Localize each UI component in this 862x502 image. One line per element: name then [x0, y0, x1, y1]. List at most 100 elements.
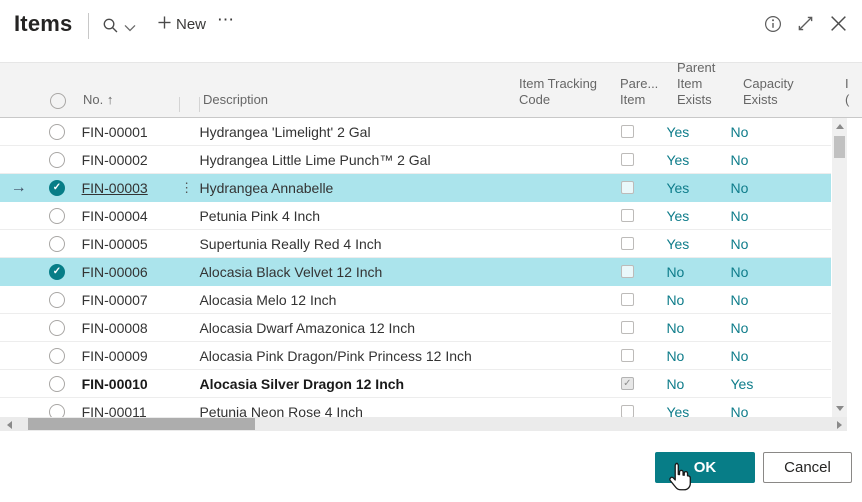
cell-capacity-exists[interactable]: No	[717, 118, 811, 145]
cell-capacity-exists[interactable]: No	[717, 258, 811, 285]
parent-item-checkbox[interactable]	[621, 349, 634, 362]
column-header-parent-item[interactable]: Pare... Item	[615, 63, 662, 117]
cell-parent-item-exists[interactable]: No	[650, 342, 717, 369]
column-header-clipped[interactable]: I (	[825, 63, 862, 117]
cell-no[interactable]: FIN-00002	[77, 146, 177, 173]
row-select-control[interactable]	[37, 342, 76, 369]
column-header-parent-item-exists[interactable]: Parent Item Exists	[662, 63, 730, 117]
cell-parent-item-exists[interactable]: No	[650, 286, 717, 313]
cell-parent-item-exists[interactable]: Yes	[650, 202, 717, 229]
row-select-control[interactable]	[37, 118, 76, 145]
parent-item-checkbox[interactable]	[621, 293, 634, 306]
scroll-down-icon[interactable]	[836, 406, 844, 411]
row-options-button[interactable]: ⋮	[177, 398, 197, 417]
cell-capacity-exists[interactable]: No	[717, 342, 811, 369]
cell-description[interactable]: Hydrangea Little Lime Punch™ 2 Gal	[196, 146, 491, 173]
cell-item-tracking-code[interactable]	[491, 118, 604, 145]
cell-description[interactable]: Petunia Neon Rose 4 Inch	[196, 398, 491, 417]
column-header-item-tracking-code[interactable]: Item Tracking Code	[500, 63, 615, 117]
cell-description[interactable]: Hydrangea 'Limelight' 2 Gal	[196, 118, 491, 145]
cell-parent-item-exists[interactable]: No	[650, 370, 717, 397]
cell-item-tracking-code[interactable]	[491, 258, 604, 285]
cell-capacity-exists[interactable]: No	[717, 398, 811, 417]
cell-description[interactable]: Alocasia Dwarf Amazonica 12 Inch	[196, 314, 491, 341]
parent-item-checkbox[interactable]	[621, 237, 634, 250]
table-row[interactable]: → FIN-00007 ⋮ Alocasia Melo 12 Inch No N…	[0, 286, 831, 314]
cell-item-tracking-code[interactable]	[491, 398, 604, 417]
row-select-control[interactable]	[37, 398, 76, 417]
vertical-scrollbar[interactable]	[832, 118, 847, 417]
horizontal-scrollbar[interactable]	[0, 417, 847, 431]
cell-no[interactable]: FIN-00010	[77, 370, 177, 397]
cell-capacity-exists[interactable]: No	[717, 286, 811, 313]
row-options-button[interactable]: ⋮	[177, 174, 197, 201]
cell-capacity-exists[interactable]: No	[717, 146, 811, 173]
info-button[interactable]	[764, 15, 782, 36]
table-row[interactable]: → FIN-00003 ⋮ Hydrangea Annabelle Yes No	[0, 174, 831, 202]
cell-no[interactable]: FIN-00011	[77, 398, 177, 417]
cell-capacity-exists[interactable]: No	[717, 174, 811, 201]
cell-description[interactable]: Alocasia Pink Dragon/Pink Princess 12 In…	[196, 342, 491, 369]
row-options-button[interactable]: ⋮	[177, 202, 197, 229]
row-options-button[interactable]: ⋮	[177, 118, 197, 145]
cell-no[interactable]: FIN-00001	[77, 118, 177, 145]
cell-no[interactable]: FIN-00006	[77, 258, 177, 285]
table-row[interactable]: → FIN-00006 ⋮ Alocasia Black Velvet 12 I…	[0, 258, 831, 286]
row-options-button[interactable]: ⋮	[177, 342, 197, 369]
ok-button[interactable]: OK	[655, 452, 755, 483]
scroll-right-icon[interactable]	[837, 421, 842, 429]
row-select-control[interactable]	[37, 202, 76, 229]
expand-dialog-button[interactable]	[796, 14, 815, 36]
cell-parent-item-exists[interactable]: Yes	[650, 118, 717, 145]
row-select-control[interactable]	[37, 174, 76, 201]
table-row[interactable]: → FIN-00009 ⋮ Alocasia Pink Dragon/Pink …	[0, 342, 831, 370]
row-options-button[interactable]: ⋮	[177, 258, 197, 285]
column-header-capacity-exists[interactable]: Capacity Exists	[730, 63, 825, 117]
row-options-button[interactable]: ⋮	[177, 146, 197, 173]
parent-item-checkbox[interactable]	[621, 265, 634, 278]
vertical-scrollbar-thumb[interactable]	[834, 136, 845, 158]
cancel-button[interactable]: Cancel	[763, 452, 852, 483]
cell-parent-item-exists[interactable]: Yes	[650, 146, 717, 173]
cell-description[interactable]: Supertunia Really Red 4 Inch	[196, 230, 491, 257]
row-options-button[interactable]: ⋮	[177, 230, 197, 257]
table-row[interactable]: → FIN-00001 ⋮ Hydrangea 'Limelight' 2 Ga…	[0, 118, 831, 146]
cell-parent-item-exists[interactable]: Yes	[650, 398, 717, 417]
new-button[interactable]: New	[158, 16, 206, 33]
close-dialog-button[interactable]	[829, 14, 848, 36]
cell-parent-item-exists[interactable]: No	[650, 258, 717, 285]
row-options-button[interactable]: ⋮	[177, 370, 197, 397]
horizontal-scrollbar-thumb[interactable]	[28, 418, 255, 430]
cell-item-tracking-code[interactable]	[491, 314, 604, 341]
table-row[interactable]: → FIN-00011 ⋮ Petunia Neon Rose 4 Inch Y…	[0, 398, 831, 417]
cell-description[interactable]: Petunia Pink 4 Inch	[196, 202, 491, 229]
cell-item-tracking-code[interactable]	[491, 286, 604, 313]
scroll-left-icon[interactable]	[7, 421, 12, 429]
parent-item-checkbox[interactable]	[621, 153, 634, 166]
column-header-description[interactable]: Description	[200, 63, 500, 117]
row-options-button[interactable]: ⋮	[177, 286, 197, 313]
cell-capacity-exists[interactable]: No	[717, 314, 811, 341]
row-select-control[interactable]	[37, 230, 76, 257]
cell-parent-item-exists[interactable]: Yes	[650, 174, 717, 201]
parent-item-checkbox[interactable]	[621, 377, 634, 390]
cell-item-tracking-code[interactable]	[491, 370, 604, 397]
row-select-control[interactable]	[37, 314, 76, 341]
row-select-control[interactable]	[37, 146, 76, 173]
table-row[interactable]: → FIN-00008 ⋮ Alocasia Dwarf Amazonica 1…	[0, 314, 831, 342]
table-row[interactable]: → FIN-00004 ⋮ Petunia Pink 4 Inch Yes No	[0, 202, 831, 230]
cell-parent-item-exists[interactable]: No	[650, 314, 717, 341]
row-select-control[interactable]	[37, 370, 76, 397]
scroll-up-icon[interactable]	[836, 124, 844, 129]
cell-no[interactable]: FIN-00005	[77, 230, 177, 257]
parent-item-checkbox[interactable]	[621, 181, 634, 194]
parent-item-checkbox[interactable]	[621, 125, 634, 138]
cell-no[interactable]: FIN-00003	[77, 174, 177, 201]
select-all-control[interactable]	[38, 63, 78, 117]
more-options-button[interactable]: ⋯	[217, 10, 235, 30]
cell-no[interactable]: FIN-00004	[77, 202, 177, 229]
cell-description[interactable]: Alocasia Black Velvet 12 Inch	[196, 258, 491, 285]
cell-item-tracking-code[interactable]	[491, 342, 604, 369]
search-button[interactable]	[102, 17, 136, 38]
cell-item-tracking-code[interactable]	[491, 202, 604, 229]
